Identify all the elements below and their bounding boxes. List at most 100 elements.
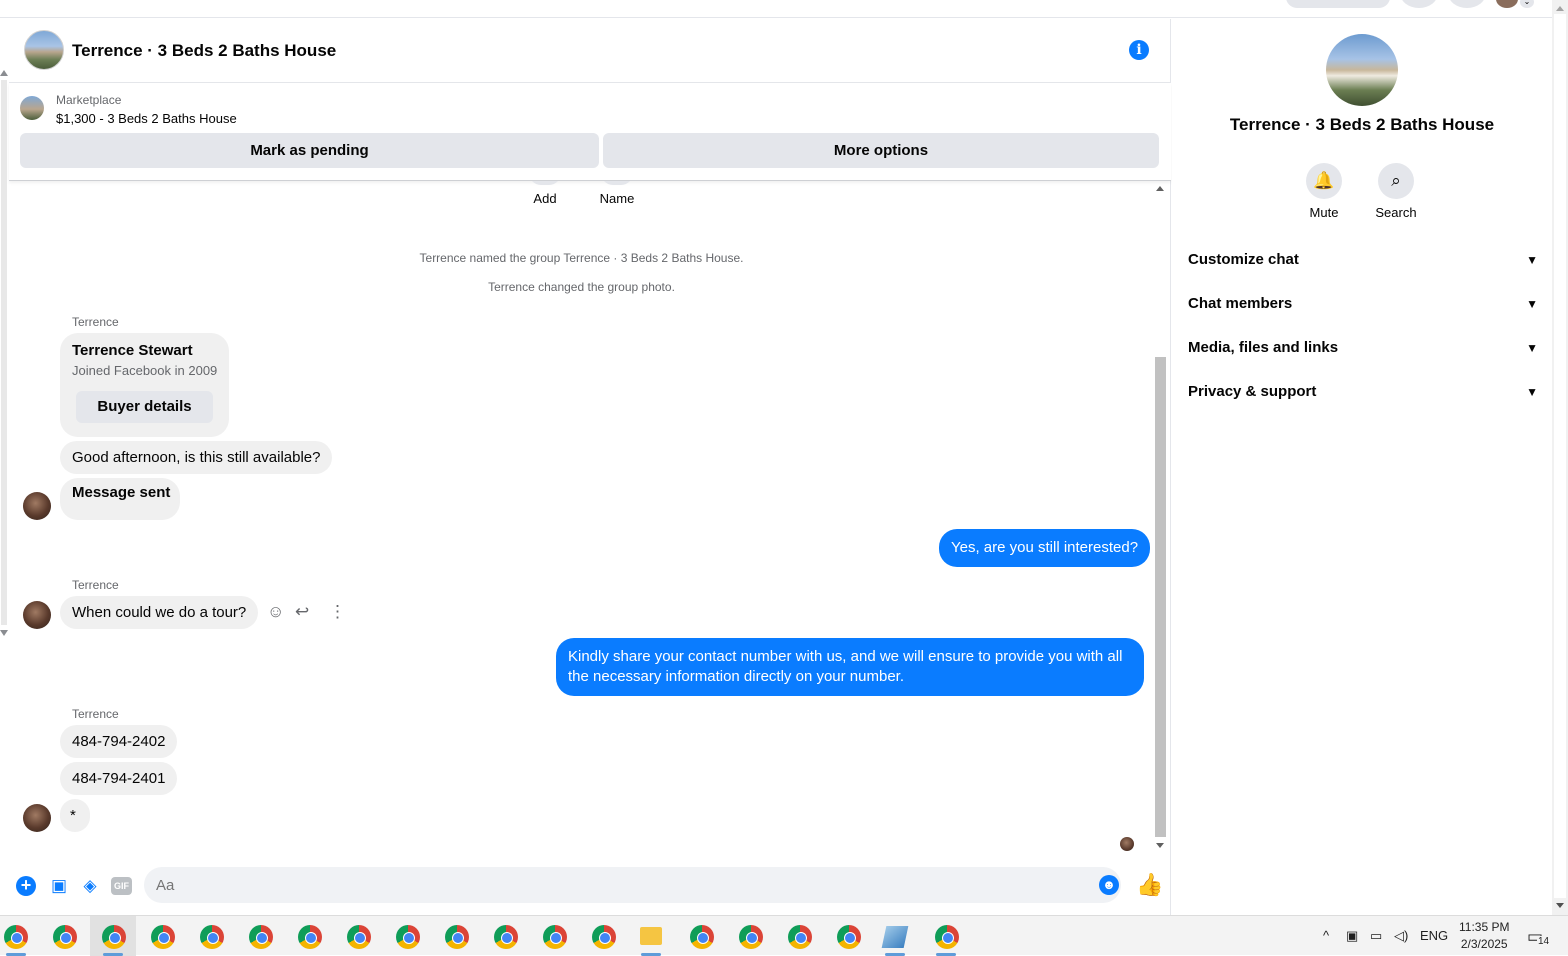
chrome-icon[interactable]: [445, 925, 469, 949]
scroll-down-icon[interactable]: [0, 630, 8, 636]
account-avatar[interactable]: [1496, 0, 1518, 8]
add-people-button[interactable]: Add: [510, 181, 580, 206]
chrome-icon[interactable]: [102, 925, 126, 949]
section-media-files-links[interactable]: Media, files and links ▼: [1188, 333, 1538, 363]
edit-name-icon: [601, 181, 633, 185]
chrome-icon[interactable]: [592, 925, 616, 949]
search-label: Search: [1375, 205, 1417, 220]
react-icon[interactable]: ☺: [267, 602, 284, 622]
chrome-icon[interactable]: [690, 925, 714, 949]
name-group-button[interactable]: Name: [582, 181, 652, 206]
notepad-icon[interactable]: [881, 926, 909, 948]
volume-icon[interactable]: ◁): [1394, 928, 1408, 944]
section-chat-members[interactable]: Chat members ▼: [1188, 289, 1538, 319]
thumbs-up-icon[interactable]: 👍: [1136, 872, 1163, 898]
bell-icon: 🔔: [1306, 163, 1342, 199]
file-explorer-icon[interactable]: [640, 927, 662, 945]
info-icon[interactable]: i: [1129, 40, 1149, 60]
sender-avatar[interactable]: [23, 492, 51, 520]
chevron-down-icon[interactable]: ⌄: [1520, 0, 1534, 8]
chevron-down-icon: ▼: [1526, 385, 1538, 399]
message-bubble-outgoing[interactable]: Yes, are you still interested?: [939, 529, 1151, 567]
chrome-icon[interactable]: [788, 925, 812, 949]
message-bubble-incoming[interactable]: Good afternoon, is this still available?: [60, 441, 333, 474]
chevron-up-icon[interactable]: ^: [1323, 928, 1329, 943]
chrome-icon[interactable]: [249, 925, 273, 949]
plus-icon[interactable]: +: [16, 876, 36, 896]
section-privacy-support[interactable]: Privacy & support ▼: [1188, 377, 1538, 407]
message-bubble-outgoing[interactable]: Kindly share your contact number with us…: [556, 638, 1144, 696]
scroll-down-icon[interactable]: [1156, 843, 1164, 848]
notification-count: 14: [1537, 936, 1551, 947]
message-bubble-incoming[interactable]: *: [60, 799, 90, 832]
scrollbar-thumb[interactable]: [1155, 357, 1166, 837]
buyer-details-button[interactable]: Buyer details: [76, 391, 213, 423]
more-options-button[interactable]: More options: [603, 133, 1159, 168]
search-button[interactable]: ⌕ Search: [1356, 163, 1436, 220]
section-customize-chat[interactable]: Customize chat ▼: [1188, 245, 1538, 275]
buyer-joined: Joined Facebook in 2009: [72, 363, 218, 378]
menu-icon[interactable]: [1400, 0, 1438, 8]
chrome-icon[interactable]: [935, 925, 959, 949]
message-bubble-incoming[interactable]: When could we do a tour?: [60, 596, 259, 629]
sender-avatar[interactable]: [23, 601, 51, 629]
more-icon[interactable]: ⋮: [329, 602, 346, 622]
security-icon[interactable]: ▣: [1346, 928, 1358, 944]
language-indicator[interactable]: ENG: [1420, 928, 1448, 943]
sender-avatar[interactable]: [23, 804, 51, 832]
buyer-card: Terrence Stewart Joined Facebook in 2009…: [60, 333, 229, 437]
page-scrollbar[interactable]: [1552, 0, 1568, 915]
scroll-up-icon[interactable]: [1156, 186, 1164, 191]
scroll-up-icon[interactable]: [1556, 6, 1564, 11]
message-bubble-incoming[interactable]: 484-794-2401: [60, 762, 178, 795]
chrome-icon[interactable]: [543, 925, 567, 949]
chrome-icon[interactable]: [494, 925, 518, 949]
photo-icon[interactable]: ▣: [49, 876, 69, 896]
reply-icon[interactable]: ↩: [295, 602, 309, 622]
group-avatar[interactable]: [24, 30, 64, 70]
system-message: Terrence named the group Terrence · 3 Be…: [419, 251, 744, 265]
chat-header: Terrence · 3 Beds 2 Baths House i: [9, 19, 1171, 83]
listing-title[interactable]: $1,300 - 3 Beds 2 Baths House: [56, 111, 237, 126]
listing-thumbnail[interactable]: [20, 96, 44, 120]
mute-label: Mute: [1309, 205, 1339, 220]
chrome-icon[interactable]: [739, 925, 763, 949]
search-icon: ⌕: [1378, 163, 1414, 199]
scrollbar-track[interactable]: [1, 80, 7, 625]
notifications-icon[interactable]: [1448, 0, 1486, 8]
emoji-icon[interactable]: ☻: [1099, 875, 1119, 895]
network-icon[interactable]: ▭: [1370, 928, 1382, 944]
windows-taskbar: ^ ▣ ▭ ◁) ENG 11:35 PM 2/3/2025 ▭ 14: [0, 915, 1568, 956]
message-input[interactable]: [144, 867, 1121, 903]
clock-date: 2/3/2025: [1460, 937, 1508, 951]
mark-as-pending-button[interactable]: Mark as pending: [20, 133, 599, 168]
chrome-icon[interactable]: [298, 925, 322, 949]
mute-button[interactable]: 🔔 Mute: [1284, 163, 1364, 220]
chat-title[interactable]: Terrence · 3 Beds 2 Baths House: [72, 41, 336, 61]
chrome-icon[interactable]: [151, 925, 175, 949]
message-bubble-incoming[interactable]: 484-794-2402: [60, 725, 178, 758]
messenger-app: ⌄ Terrence · 3 Beds 2 Baths House i Mark…: [0, 0, 1568, 915]
left-scrollbar[interactable]: [0, 18, 8, 915]
top-nav-button[interactable]: [1286, 0, 1390, 8]
chrome-icon[interactable]: [53, 925, 77, 949]
gif-icon[interactable]: GIF: [111, 877, 132, 895]
message-bubble-incoming[interactable]: Message sent: [60, 478, 180, 520]
system-clock[interactable]: 11:35 PM 2/3/2025: [1459, 919, 1509, 953]
scroll-up-icon[interactable]: [0, 70, 8, 76]
group-photo[interactable]: [1326, 34, 1398, 106]
message-scrollbar[interactable]: [1154, 181, 1167, 853]
sticker-icon[interactable]: ◈: [80, 876, 100, 896]
chrome-icon[interactable]: [200, 925, 224, 949]
panel-title: Terrence · 3 Beds 2 Baths House: [1229, 115, 1495, 134]
chrome-icon[interactable]: [837, 925, 861, 949]
chrome-icon[interactable]: [4, 925, 28, 949]
scroll-down-icon[interactable]: [1556, 903, 1564, 908]
clock-time: 11:35 PM: [1459, 920, 1510, 934]
sender-name: Terrence: [72, 578, 119, 592]
sender-name: Terrence: [72, 315, 119, 329]
scrollbar-thumb[interactable]: [1554, 14, 1566, 898]
name-label: Name: [599, 191, 635, 206]
chrome-icon[interactable]: [347, 925, 371, 949]
chrome-icon[interactable]: [396, 925, 420, 949]
